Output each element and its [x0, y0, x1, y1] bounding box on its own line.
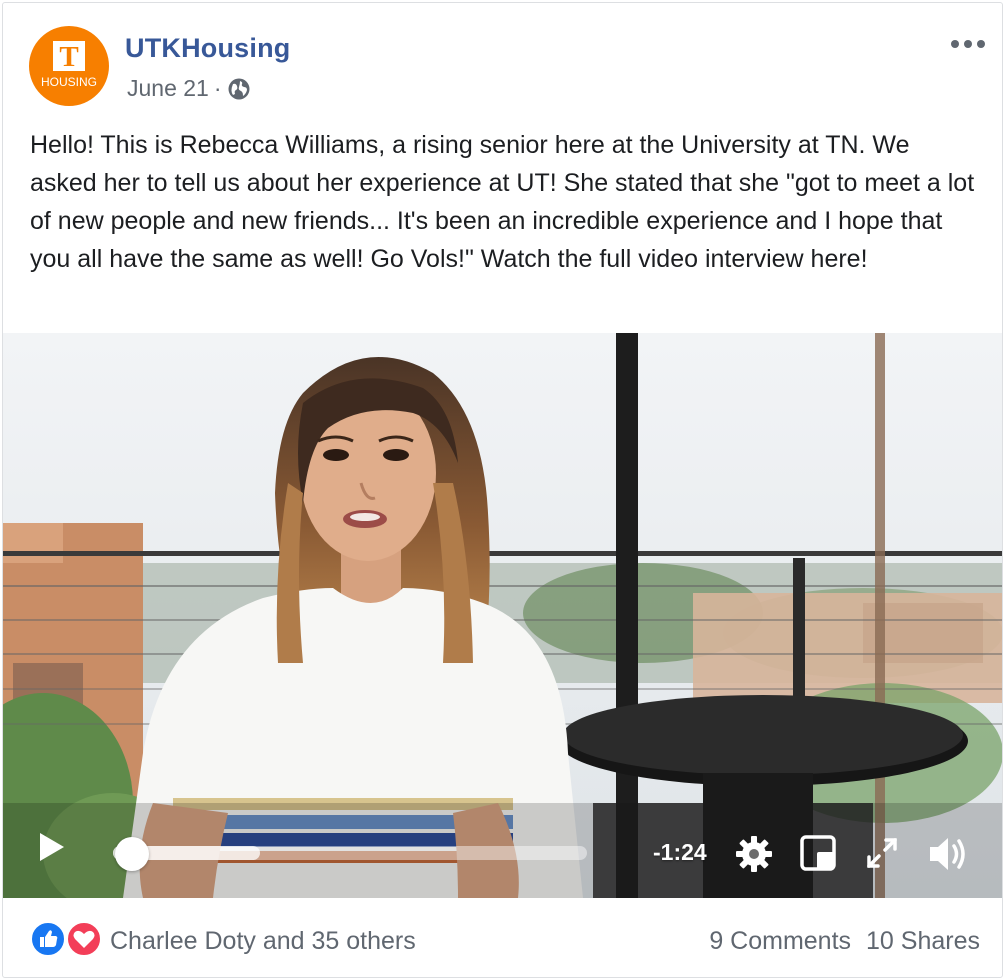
post-header: T HOUSING UTKHousing June 21 ·	[3, 3, 1002, 113]
logo-letter: T	[59, 41, 78, 73]
logo-text: HOUSING	[41, 75, 97, 89]
volume-icon[interactable]	[928, 834, 970, 879]
comments-count-link[interactable]: 9 Comments	[709, 927, 851, 956]
post-meta: June 21 ·	[127, 75, 251, 102]
globe-icon[interactable]	[227, 77, 251, 101]
engagement-counts: 9 Comments 10 Shares	[709, 927, 980, 956]
gear-icon[interactable]	[734, 834, 774, 879]
pip-icon[interactable]	[800, 835, 836, 876]
post-footer: Charlee Doty and 35 others 9 Comments 10…	[3, 898, 1002, 977]
ellipsis-icon	[951, 40, 985, 48]
progress-bar[interactable]	[113, 846, 587, 860]
fullscreen-icon[interactable]	[865, 836, 899, 875]
shares-count-link[interactable]: 10 Shares	[866, 927, 980, 956]
utk-housing-logo: T HOUSING	[41, 41, 97, 89]
post-card: T HOUSING UTKHousing June 21 · Hello! Th…	[2, 2, 1003, 978]
page-avatar[interactable]: T HOUSING	[29, 26, 109, 106]
play-icon[interactable]	[37, 830, 67, 869]
remaining-time: -1:24	[653, 839, 707, 865]
video-frame	[3, 333, 1002, 898]
progress-knob[interactable]	[114, 837, 149, 871]
video-player[interactable]: -1:24	[3, 333, 1002, 898]
more-options-button[interactable]	[948, 29, 988, 59]
reaction-icons[interactable]	[29, 920, 109, 958]
meta-separator: ·	[213, 75, 222, 101]
page-name-link[interactable]: UTKHousing	[125, 33, 290, 64]
reaction-names-link[interactable]: Charlee Doty and 35 others	[110, 927, 416, 956]
post-date[interactable]: June 21	[127, 75, 209, 102]
post-message: Hello! This is Rebecca Williams, a risin…	[30, 131, 975, 273]
